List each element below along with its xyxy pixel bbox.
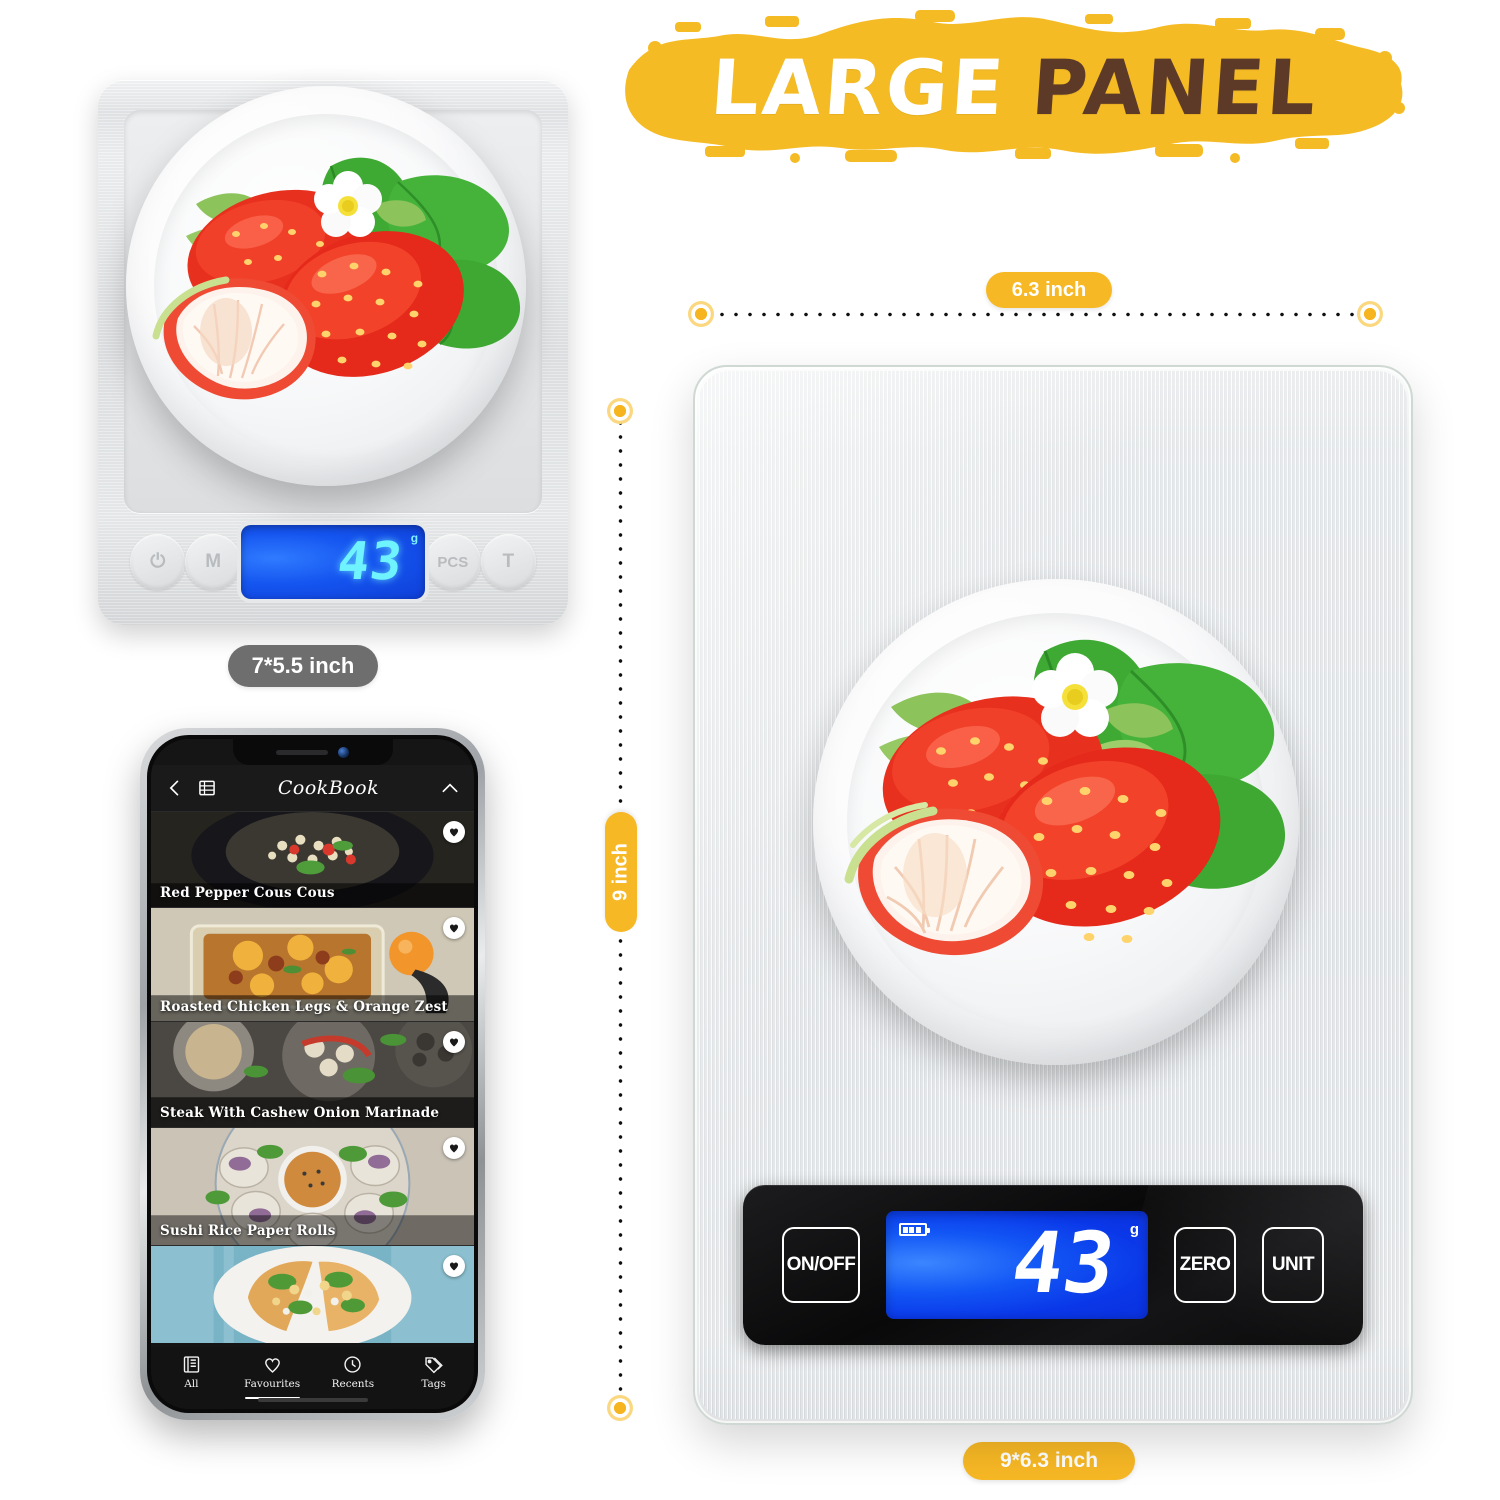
- mini-scale-photo: ⏻ M g 43 PCS T: [88, 62, 578, 632]
- infographic-canvas: LARGE PANEL ⏻ M g 43 PCS T 7*5.5 inch 6.…: [0, 0, 1500, 1500]
- phone-notch: [232, 739, 393, 765]
- title-word-large: LARGE: [708, 43, 1010, 132]
- tab-label: Favourites: [244, 1378, 301, 1390]
- recipe-title: Roasted Chicken Legs & Orange Zest: [160, 999, 448, 1015]
- tab-recents[interactable]: Recents: [313, 1354, 394, 1390]
- recipe-title: Sushi Rice Paper Rolls: [160, 1223, 336, 1239]
- battery-icon: [899, 1223, 930, 1236]
- tab-label: Tags: [421, 1378, 446, 1390]
- height-line-end-marker: [607, 1395, 633, 1421]
- mini-scale-control-panel: ⏻ M g 43 PCS T: [116, 517, 550, 607]
- favourite-button[interactable]: [443, 821, 465, 843]
- front-camera-icon: [338, 746, 349, 758]
- width-dimension-label: 6.3 inch: [986, 272, 1112, 308]
- mini-scale-size-label: 7*5.5 inch: [228, 645, 378, 687]
- recipe-thumbnail: [151, 1246, 474, 1343]
- bowl-small: [126, 86, 526, 486]
- width-line-end-marker: [1357, 301, 1383, 327]
- mini-power-button[interactable]: ⏻: [130, 534, 186, 590]
- tab-all[interactable]: All: [151, 1354, 232, 1390]
- onoff-button[interactable]: ON/OFF: [782, 1227, 860, 1303]
- lcd-unit-label: g: [1129, 1221, 1139, 1238]
- earpiece-speaker: [276, 749, 328, 755]
- list-item[interactable]: Roasted Chicken Legs & Orange Zest: [151, 907, 474, 1021]
- heart-icon: [449, 1144, 459, 1153]
- list-item[interactable]: Red Pepper Cous Cous: [151, 811, 474, 907]
- tags-icon: [425, 1357, 443, 1374]
- tab-label: All: [184, 1378, 199, 1390]
- mini-lcd-unit: g: [410, 531, 419, 545]
- mini-tare-button[interactable]: T: [480, 534, 536, 590]
- favourite-button[interactable]: [443, 1255, 465, 1277]
- mini-mode-button[interactable]: M: [185, 534, 241, 590]
- heart-icon: [449, 1038, 459, 1047]
- chevron-left-icon[interactable]: [165, 778, 185, 798]
- favourite-button[interactable]: [443, 1137, 465, 1159]
- smartphone-mockup: CookBook Red Pepper Cous Cous Roasted Ch…: [140, 728, 485, 1420]
- title-word-panel: PANEL: [1029, 43, 1322, 132]
- recipe-list[interactable]: Red Pepper Cous Cous Roasted Chicken Leg…: [151, 811, 474, 1347]
- favourite-button[interactable]: [443, 1031, 465, 1053]
- overall-size-label: 9*6.3 inch: [963, 1442, 1135, 1480]
- large-scale-photo: ON/OFF g 43 ZERO UNIT: [693, 365, 1413, 1425]
- mini-lcd-display: g 43: [240, 525, 426, 599]
- mini-lcd-value: 43: [334, 532, 407, 592]
- phone-screen: CookBook Red Pepper Cous Cous Roasted Ch…: [151, 739, 474, 1409]
- tab-favourites[interactable]: Favourites: [232, 1354, 313, 1399]
- lcd-weight-value: 43: [1005, 1213, 1121, 1312]
- heart-icon: [264, 1358, 280, 1373]
- book-icon: [183, 1356, 200, 1373]
- heart-icon: [449, 1262, 459, 1271]
- recipe-title: Steak With Cashew Onion Marinade: [160, 1105, 440, 1121]
- height-line-start-marker: [607, 398, 633, 424]
- favourite-button[interactable]: [443, 917, 465, 939]
- phone-bezel: CookBook Red Pepper Cous Cous Roasted Ch…: [147, 735, 478, 1413]
- lcd-display: g 43: [886, 1211, 1148, 1319]
- mini-scale-body: ⏻ M g 43 PCS T: [98, 80, 568, 625]
- mini-pcs-button[interactable]: PCS: [425, 534, 481, 590]
- zero-button[interactable]: ZERO: [1174, 1227, 1236, 1303]
- unit-button[interactable]: UNIT: [1262, 1227, 1324, 1303]
- scale-control-panel: ON/OFF g 43 ZERO UNIT: [743, 1185, 1363, 1345]
- home-indicator: [257, 1398, 368, 1402]
- height-dimension-label: 9 inch: [605, 812, 637, 932]
- app-header: CookBook: [151, 765, 474, 811]
- app-title: CookBook: [277, 777, 380, 799]
- recipe-title: Red Pepper Cous Cous: [160, 885, 335, 901]
- list-item[interactable]: Steak With Cashew Onion Marinade: [151, 1021, 474, 1127]
- width-dimension-line: [706, 312, 1382, 317]
- list-item[interactable]: [151, 1245, 474, 1343]
- tab-tags[interactable]: Tags: [393, 1354, 474, 1390]
- list-item[interactable]: Sushi Rice Paper Rolls: [151, 1127, 474, 1245]
- tab-label: Recents: [331, 1378, 375, 1390]
- title-banner: LARGE PANEL: [615, 8, 1415, 168]
- clock-icon: [344, 1356, 362, 1373]
- bowl-large: [813, 579, 1299, 1065]
- grid-icon[interactable]: [197, 778, 217, 798]
- heart-icon: [449, 924, 459, 933]
- width-line-start-marker: [688, 301, 714, 327]
- heart-icon: [449, 828, 459, 837]
- chevron-up-icon[interactable]: [440, 778, 460, 798]
